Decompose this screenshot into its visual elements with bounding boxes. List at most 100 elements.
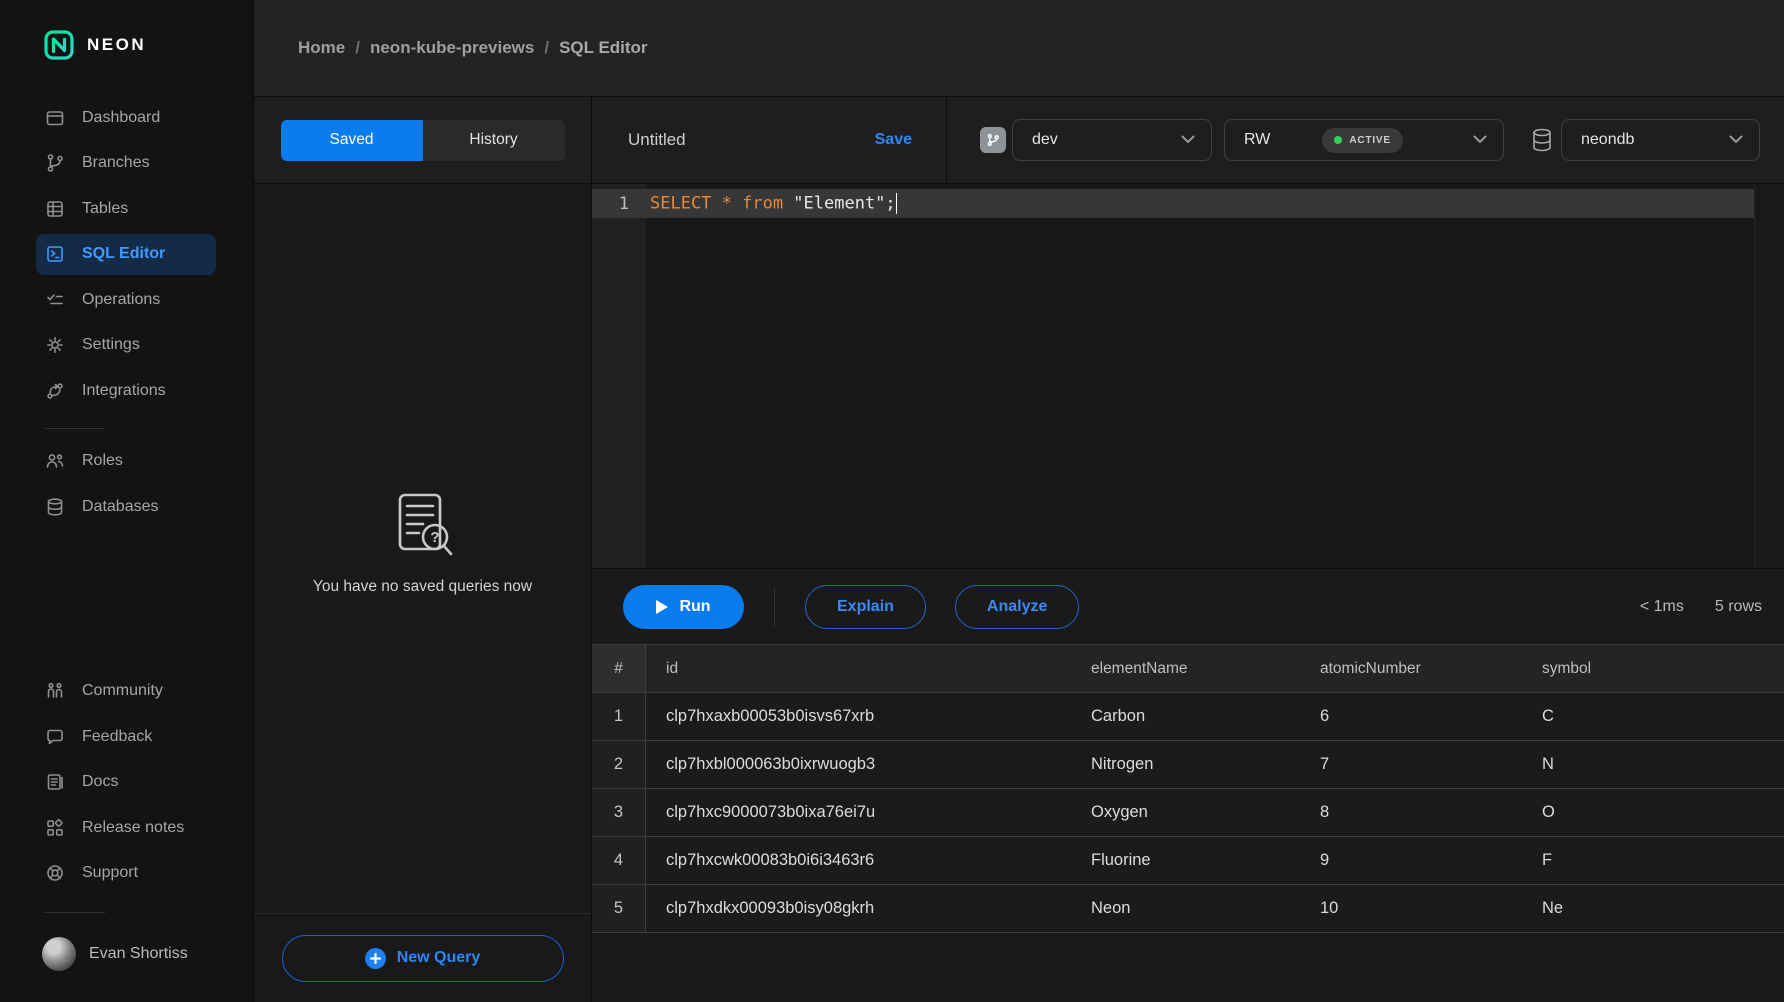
query-header: Untitled Save dev RW ACTIVE (592, 97, 1784, 183)
databases-icon (45, 497, 65, 517)
editor-gutter (592, 184, 646, 568)
sidebar-item-docs[interactable]: Docs (36, 762, 216, 803)
sidebar-item-label: Community (82, 682, 163, 700)
settings-gear-icon (45, 335, 65, 355)
brand-wordmark: NEON (87, 35, 146, 55)
saved-history-tabs: Saved History (254, 97, 592, 183)
content-row: ? You have no saved queries now New Quer… (254, 184, 1784, 1002)
table-cell: Ne (1522, 885, 1784, 932)
editor-header-band: Saved History Untitled Save dev (254, 97, 1784, 184)
breadcrumb-separator: / (355, 38, 360, 58)
user-name: Evan Shortiss (89, 945, 188, 963)
table-cell: clp7hxaxb00053b0isvs67xrb (646, 693, 1071, 740)
no-queries-icon: ? (391, 492, 455, 562)
query-stats: < 1ms 5 rows (1640, 598, 1762, 616)
sidebar-item-integrations[interactable]: Integrations (36, 370, 216, 411)
user-menu[interactable]: Evan Shortiss (42, 932, 253, 976)
row-number: 2 (592, 741, 646, 788)
active-status-dot (1334, 136, 1342, 144)
sidebar-bottom: Community Feedback Docs Release notes (0, 671, 253, 977)
table-cell: 8 (1300, 789, 1522, 836)
sidebar-item-databases[interactable]: Databases (36, 486, 216, 527)
sql-keyword-text: SELECT * from (650, 194, 793, 214)
release-notes-icon (45, 818, 65, 838)
sidebar-item-support[interactable]: Support (36, 853, 216, 894)
results-table: # id elementName atomicNumber symbol 1cl… (592, 644, 1784, 1002)
sidebar-item-label: SQL Editor (82, 245, 165, 263)
tab-history[interactable]: History (423, 120, 565, 161)
support-icon (45, 863, 65, 883)
table-cell: C (1522, 693, 1784, 740)
column-header-atomicNumber: atomicNumber (1300, 645, 1522, 692)
sql-string-text: "Element"; (793, 194, 895, 214)
sidebar-item-feedback[interactable]: Feedback (36, 716, 216, 757)
database-icon (1531, 128, 1553, 152)
active-code-line[interactable]: 1 SELECT * from "Element"; (592, 189, 1754, 218)
breadcrumb-separator: / (544, 38, 549, 58)
branches-icon (45, 153, 65, 173)
sidebar-item-release-notes[interactable]: Release notes (36, 807, 216, 848)
analyze-button[interactable]: Analyze (955, 585, 1079, 629)
chevron-down-icon (1473, 131, 1487, 149)
table-row[interactable]: 2clp7hxbl000063b0ixrwuogb3Nitrogen7N (592, 741, 1784, 789)
compute-status-text: ACTIVE (1349, 135, 1390, 146)
compute-status-badge: ACTIVE (1322, 128, 1402, 153)
row-number: 4 (592, 837, 646, 884)
database-select-value: neondb (1581, 131, 1634, 149)
toolbar-divider (774, 587, 775, 627)
column-header-symbol: symbol (1522, 645, 1784, 692)
table-row[interactable]: 4clp7hxcwk00083b0i6i3463r6Fluorine9F (592, 837, 1784, 885)
results-body: 1clp7hxaxb00053b0isvs67xrbCarbon6C2clp7h… (592, 693, 1784, 933)
table-header-row: # id elementName atomicNumber symbol (592, 644, 1784, 693)
sidebar-item-roles[interactable]: Roles (36, 441, 216, 482)
table-cell: F (1522, 837, 1784, 884)
empty-state: ? You have no saved queries now (254, 492, 591, 596)
breadcrumb-home[interactable]: Home (298, 38, 345, 58)
sidebar-item-settings[interactable]: Settings (36, 325, 216, 366)
editor-scrollbar-gutter[interactable] (1754, 184, 1784, 568)
neon-logo[interactable]: NEON (0, 30, 253, 60)
sql-code-editor[interactable]: 1 SELECT * from "Element"; (592, 184, 1784, 568)
plus-icon (365, 948, 386, 969)
play-icon (656, 600, 668, 614)
code-text: SELECT * from "Element"; (646, 193, 897, 214)
table-cell: 9 (1300, 837, 1522, 884)
sidebar-item-dashboard[interactable]: Dashboard (36, 97, 216, 138)
table-row[interactable]: 1clp7hxaxb00053b0isvs67xrbCarbon6C (592, 693, 1784, 741)
sidebar-item-branches[interactable]: Branches (36, 143, 216, 184)
roles-icon (45, 451, 65, 471)
save-button[interactable]: Save (875, 131, 912, 149)
breadcrumb-current-page: SQL Editor (559, 38, 647, 58)
integrations-icon (45, 381, 65, 401)
database-select[interactable]: neondb (1561, 119, 1760, 161)
new-query-button[interactable]: New Query (282, 935, 564, 982)
query-title: Untitled (628, 130, 686, 150)
column-header-id: id (646, 645, 1071, 692)
run-button[interactable]: Run (623, 585, 744, 629)
breadcrumb-project[interactable]: neon-kube-previews (370, 38, 534, 58)
branch-select[interactable]: dev (1012, 119, 1212, 161)
app-root: NEON Dashboard Branches Tables (0, 0, 1784, 1002)
sidebar-item-tables[interactable]: Tables (36, 188, 216, 229)
operations-icon (45, 290, 65, 310)
chevron-down-icon (1181, 131, 1195, 149)
sidebar-item-sql-editor[interactable]: SQL Editor (36, 234, 216, 275)
feedback-icon (45, 727, 65, 747)
query-toolbar: Run Explain Analyze < 1ms 5 rows (592, 568, 1784, 644)
table-row[interactable]: 3clp7hxc9000073b0ixa76ei7uOxygen8O (592, 789, 1784, 837)
compute-select[interactable]: RW ACTIVE (1224, 119, 1504, 161)
table-cell: clp7hxbl000063b0ixrwuogb3 (646, 741, 1071, 788)
empty-state-text: You have no saved queries now (313, 578, 532, 596)
tab-saved[interactable]: Saved (281, 120, 423, 161)
sidebar-item-community[interactable]: Community (36, 671, 216, 712)
tables-icon (45, 199, 65, 219)
table-cell: 6 (1300, 693, 1522, 740)
sidebar-item-operations[interactable]: Operations (36, 279, 216, 320)
sidebar-item-label: Feedback (82, 728, 152, 746)
table-row[interactable]: 5clp7hxdkx00093b0isy08gkrhNeon10Ne (592, 885, 1784, 933)
table-cell: Fluorine (1071, 837, 1300, 884)
dashboard-icon (45, 108, 65, 128)
sidebar-item-label: Tables (82, 200, 128, 218)
explain-button[interactable]: Explain (805, 585, 926, 629)
community-icon (45, 681, 65, 701)
